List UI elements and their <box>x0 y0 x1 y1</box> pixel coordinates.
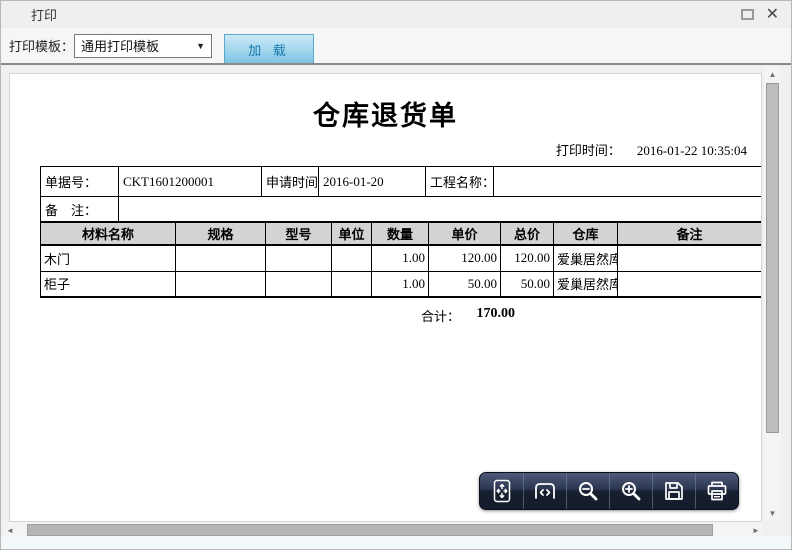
receipt-no-value: CKT1601200001 <box>119 167 262 197</box>
dialog-bottom-strip <box>1 536 791 549</box>
print-dialog-window: 打印 ✕ 打印模板： 通用打印模板 ▼ 加 载 仓库退货单 打印时间： 2016-… <box>0 0 792 550</box>
preview-toolbar <box>479 472 739 510</box>
chevron-down-icon: ▼ <box>196 41 205 51</box>
scroll-up-arrow[interactable]: ▲ <box>764 67 781 82</box>
items-table: 材料名称 规格 型号 单位 数量 单价 总价 仓库 备注 木门 1.00 12 <box>40 221 762 298</box>
col-header-remark: 备注 <box>618 222 762 245</box>
save-icon <box>662 479 686 503</box>
window-controls: ✕ <box>741 1 779 28</box>
cell-total: 120.00 <box>501 245 554 271</box>
template-label: 打印模板： <box>9 36 74 55</box>
save-button[interactable] <box>652 473 695 509</box>
cell-warehouse: 爱巢居然库 <box>554 245 618 271</box>
template-toolbar: 打印模板： 通用打印模板 ▼ 加 载 <box>1 28 791 63</box>
document-page: 仓库退货单 打印时间： 2016-01-22 10:35:04 单据号： CKT1… <box>9 73 762 522</box>
cell-unit <box>332 271 372 297</box>
project-name-value <box>494 167 762 197</box>
apply-time-label: 申请时间： <box>262 167 319 197</box>
template-select[interactable]: 通用打印模板 ▼ <box>74 34 212 58</box>
maximize-button[interactable] <box>741 9 754 20</box>
items-header-row: 材料名称 规格 型号 单位 数量 单价 总价 仓库 备注 <box>41 222 762 245</box>
cell-spec <box>176 245 266 271</box>
cell-material: 柜子 <box>41 271 176 297</box>
total-value: 170.00 <box>460 306 515 325</box>
remark-value <box>119 197 762 223</box>
cell-model <box>266 245 332 271</box>
cell-spec <box>176 271 266 297</box>
window-title: 打印 <box>31 5 57 24</box>
print-time-label: 打印时间： <box>556 143 621 158</box>
total-label: 合计： <box>40 306 460 325</box>
cell-price: 50.00 <box>429 271 501 297</box>
col-header-model: 型号 <box>266 222 332 245</box>
receipt-no-label: 单据号： <box>41 167 119 197</box>
col-header-warehouse: 仓库 <box>554 222 618 245</box>
close-button[interactable]: ✕ <box>766 7 779 23</box>
table-row: 柜子 1.00 50.00 50.00 爱巢居然库 <box>41 271 762 297</box>
fit-page-icon <box>490 478 514 504</box>
col-header-material: 材料名称 <box>41 222 176 245</box>
totals-row: 合计： 170.00 <box>40 306 762 325</box>
apply-time-value: 2016-01-20 <box>319 167 426 197</box>
print-icon <box>705 479 729 503</box>
vertical-scrollbar[interactable]: ▲ ▼ <box>764 67 781 521</box>
zoom-in-button[interactable] <box>609 473 652 509</box>
preview-area: 仓库退货单 打印时间： 2016-01-22 10:35:04 单据号： CKT1… <box>1 63 791 537</box>
document-title: 仓库退货单 <box>10 94 761 133</box>
fit-width-icon <box>532 478 558 504</box>
print-time-value: 2016-01-22 10:35:04 <box>637 143 747 158</box>
fit-page-button[interactable] <box>480 473 523 509</box>
table-row: 木门 1.00 120.00 120.00 爱巢居然库 <box>41 245 762 271</box>
scroll-down-arrow[interactable]: ▼ <box>764 506 781 521</box>
cell-remark <box>618 245 762 271</box>
receipt-info-table: 单据号： CKT1601200001 申请时间： 2016-01-20 工程名称… <box>40 166 762 223</box>
remark-label: 备 注： <box>41 197 119 223</box>
cell-unit <box>332 245 372 271</box>
col-header-total: 总价 <box>501 222 554 245</box>
col-header-qty: 数量 <box>372 222 429 245</box>
template-select-value: 通用打印模板 <box>81 36 159 55</box>
vertical-scroll-thumb[interactable] <box>766 83 779 433</box>
col-header-spec: 规格 <box>176 222 266 245</box>
load-button[interactable]: 加 载 <box>224 34 314 63</box>
print-button[interactable] <box>695 473 738 509</box>
col-header-unit: 单位 <box>332 222 372 245</box>
cell-total: 50.00 <box>501 271 554 297</box>
zoom-out-icon <box>576 479 600 503</box>
fit-width-button[interactable] <box>523 473 566 509</box>
col-header-price: 单价 <box>429 222 501 245</box>
print-time: 打印时间： 2016-01-22 10:35:04 <box>556 140 747 159</box>
cell-remark <box>618 271 762 297</box>
title-bar: 打印 ✕ <box>1 1 791 28</box>
cell-qty: 1.00 <box>372 271 429 297</box>
horizontal-scroll-thumb[interactable] <box>27 524 713 536</box>
cell-price: 120.00 <box>429 245 501 271</box>
zoom-in-icon <box>619 479 643 503</box>
project-name-label: 工程名称： <box>426 167 494 197</box>
cell-qty: 1.00 <box>372 245 429 271</box>
cell-material: 木门 <box>41 245 176 271</box>
cell-warehouse: 爱巢居然库 <box>554 271 618 297</box>
zoom-out-button[interactable] <box>566 473 609 509</box>
cell-model <box>266 271 332 297</box>
